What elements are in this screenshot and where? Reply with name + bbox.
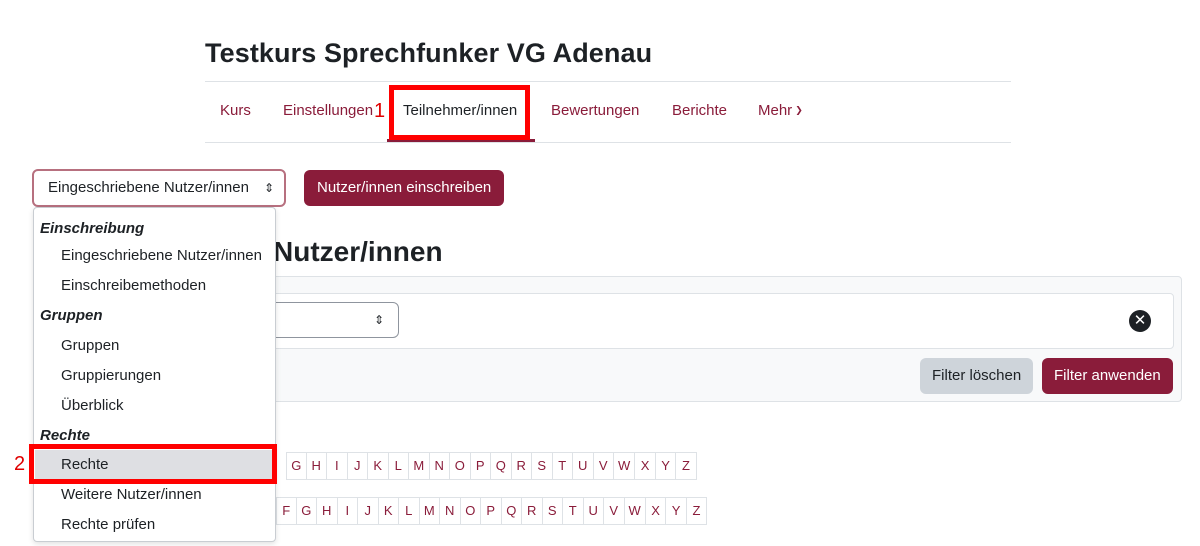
course-nav: Kurs Einstellungen Teilnehmer/innen Bewe… [205,82,1011,142]
initial-letter-link[interactable]: V [593,452,614,480]
initial-letter-link[interactable]: Y [655,452,677,480]
initial-letter-link[interactable]: L [388,452,409,480]
dropdown-item-check-permissions[interactable]: Rechte prüfen [35,510,276,540]
close-icon[interactable]: ✕ [1129,310,1151,332]
initial-letter-link[interactable]: H [306,452,327,480]
dropdown-group-label: Einschreibung [40,220,145,237]
initial-letter-link[interactable]: M [409,452,430,480]
initial-letter-link[interactable]: R [511,452,532,480]
dropdown-item-enrolment-methods[interactable]: Einschreibemethoden [35,271,276,301]
enrol-users-button[interactable]: Nutzer/innen einschreiben [304,170,505,206]
initial-letter-link[interactable]: P [481,497,502,525]
initial-letter-link[interactable]: U [573,452,594,480]
course-title: Testkurs Sprechfunker VG Adenau [205,38,653,68]
initial-letter-link[interactable]: K [378,497,399,525]
initial-letter-link[interactable]: O [460,497,481,525]
initial-letter-link[interactable]: P [470,452,491,480]
initial-letter-link[interactable]: Y [666,497,687,525]
initial-letter-link[interactable]: I [337,497,358,525]
participants-page-select[interactable]: Eingeschriebene Nutzer/innen ⇕ [32,169,286,207]
initial-letter-link[interactable]: X [645,497,667,525]
updown-arrows-icon: ⇕ [263,181,274,195]
nav-berichte[interactable]: Berichte [672,102,727,119]
initial-letter-link[interactable]: W [614,452,636,480]
annotation-highlight-box [29,444,277,484]
initial-letter-link[interactable]: X [635,452,656,480]
initial-letter-link[interactable]: S [542,497,563,525]
clear-filters-button[interactable]: Filter löschen [920,358,1034,394]
initial-letter-link[interactable]: U [583,497,604,525]
dropdown-group-label: Rechte [40,427,91,444]
initial-letter-link[interactable]: J [347,452,368,480]
nav-bewertungen[interactable]: Bewertungen [551,102,639,119]
initials-filter-first-name: GHIJKLMNOPQRSTUVWXYZ [286,452,697,480]
filter-row [270,293,1174,349]
dropdown-item-other-users[interactable]: Weitere Nutzer/innen [35,480,276,510]
initial-letter-link[interactable]: F [276,497,297,525]
initial-letter-link[interactable]: M [419,497,440,525]
dropdown-item-groups[interactable]: Gruppen [35,331,276,361]
dropdown-item-enrolled-users[interactable]: Eingeschriebene Nutzer/innen [35,241,276,271]
initial-letter-link[interactable]: Q [491,452,512,480]
initial-letter-link[interactable]: T [552,452,573,480]
initial-letter-link[interactable]: G [286,452,307,480]
nav-kurs[interactable]: Kurs [220,102,251,119]
divider [205,142,1011,143]
initial-letter-link[interactable]: K [368,452,389,480]
initial-letter-link[interactable]: Z [686,497,708,525]
initial-letter-link[interactable]: Q [501,497,522,525]
annotation-number-2: 2 [14,453,26,475]
nav-einstellungen[interactable]: Einstellungen [283,102,373,119]
initial-letter-link[interactable]: R [522,497,543,525]
filter-match-select[interactable]: l ⇕ [258,302,399,338]
initial-letter-link[interactable]: W [624,497,646,525]
initial-letter-link[interactable]: S [532,452,553,480]
initial-letter-link[interactable]: V [604,497,625,525]
nav-mehr-label: Mehr [758,102,793,119]
initial-letter-link[interactable]: Z [676,452,697,480]
initial-letter-link[interactable]: O [450,452,471,480]
updown-arrows-icon: ⇕ [373,313,384,327]
initial-letter-link[interactable]: G [296,497,317,525]
dropdown-item-groupings[interactable]: Gruppierungen [35,361,276,391]
dropdown-item-overview[interactable]: Überblick [35,391,276,421]
initial-letter-link[interactable]: T [563,497,584,525]
initial-letter-link[interactable]: N [429,452,450,480]
participants-page-dropdown: Einschreibung Eingeschriebene Nutzer/inn… [33,207,276,542]
initial-letter-link[interactable]: J [358,497,379,525]
initials-filter-last-name: FGHIJKLMNOPQRSTUVWXYZ [276,497,708,525]
initial-letter-link[interactable]: H [317,497,338,525]
page-title: Nutzer/innen [273,236,443,267]
nav-mehr[interactable]: Mehr ❯ [758,102,803,119]
select-value: Eingeschriebene Nutzer/innen [48,179,249,196]
apply-filters-button[interactable]: Filter anwenden [1042,358,1173,394]
dropdown-group-label: Gruppen [40,307,103,324]
chevron-down-icon: ❯ [795,105,803,115]
initial-letter-link[interactable]: L [399,497,420,525]
annotation-number-1: 1 [374,100,386,122]
initial-letter-link[interactable]: N [440,497,461,525]
initial-letter-link[interactable]: I [327,452,348,480]
annotation-highlight-box [389,85,530,140]
